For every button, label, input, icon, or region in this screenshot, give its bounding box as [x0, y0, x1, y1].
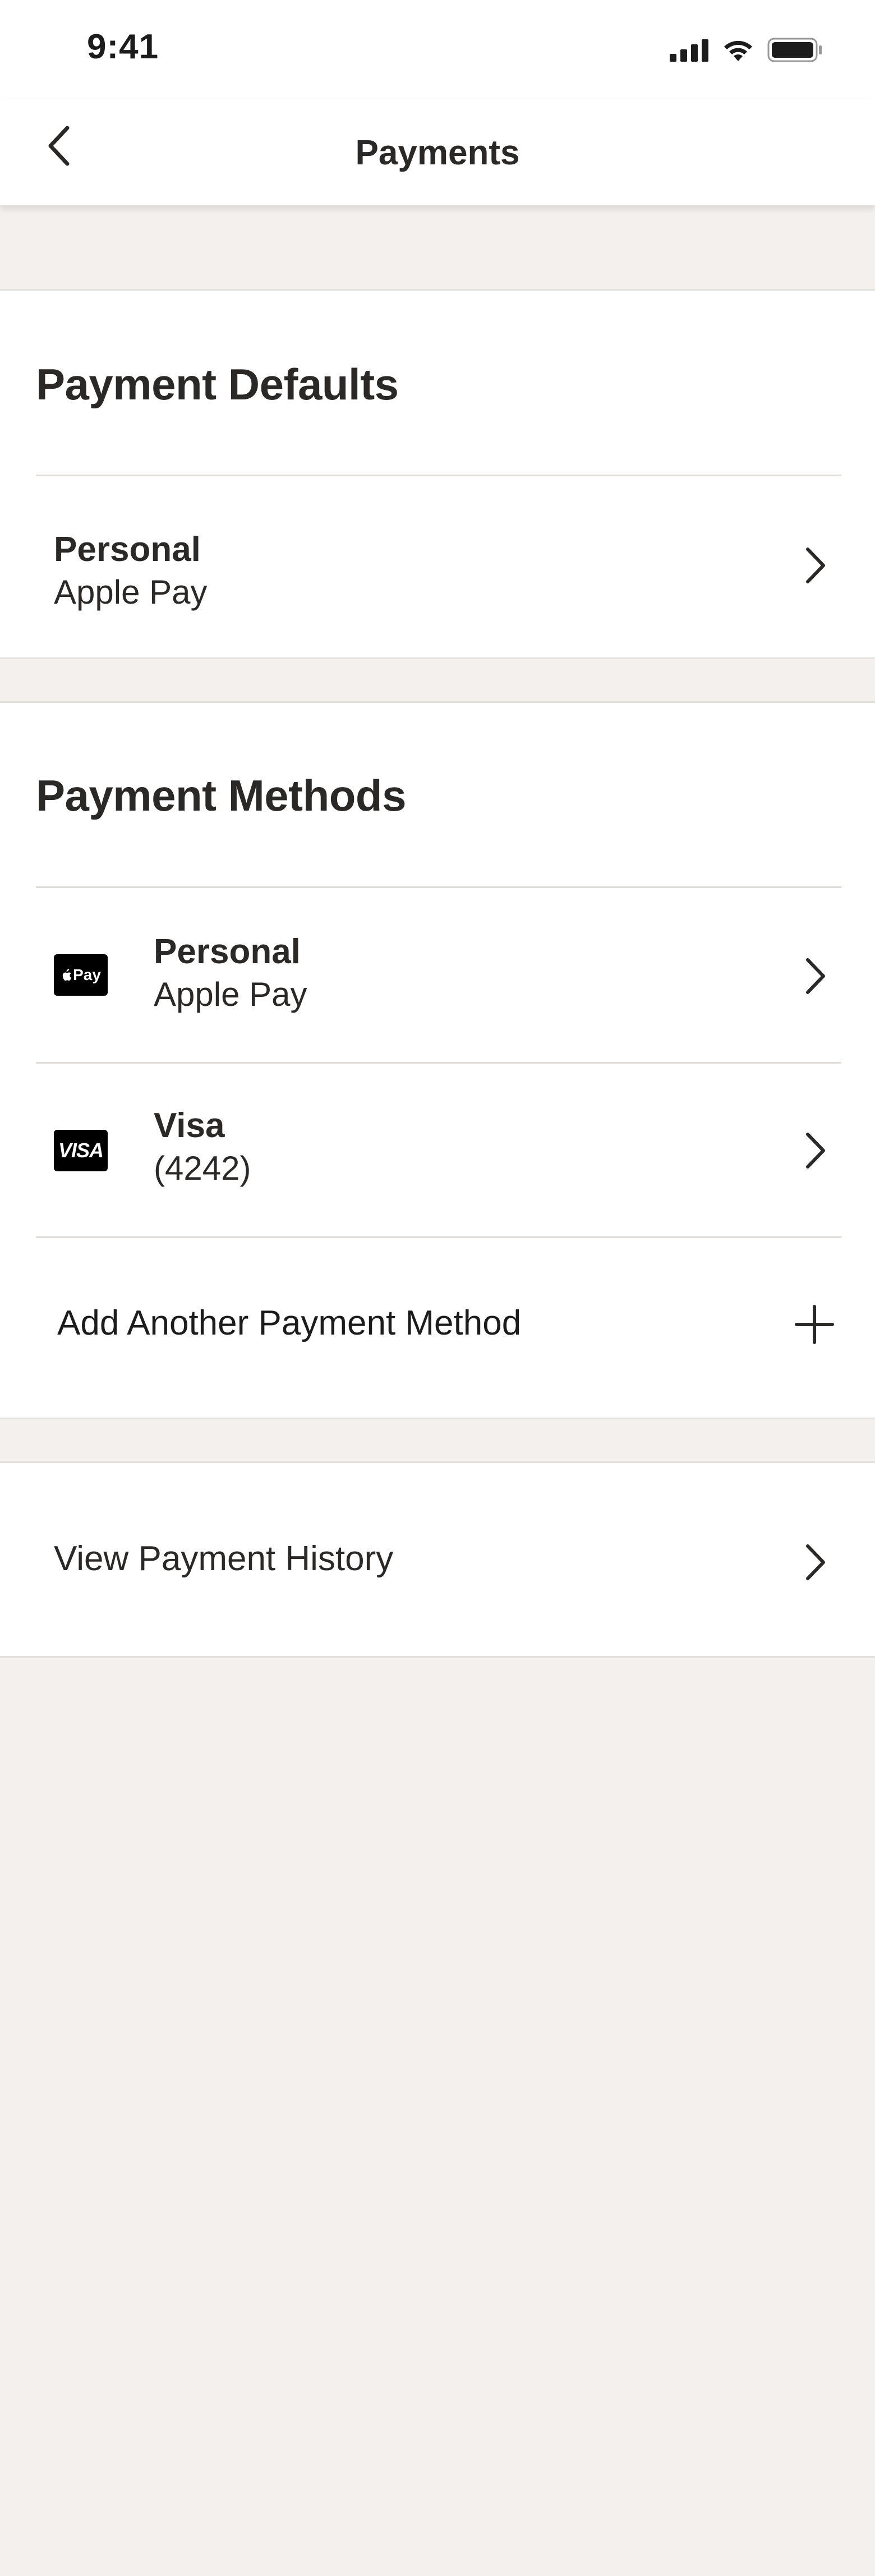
- cellular-signal-icon: [670, 39, 708, 62]
- status-icons: [670, 36, 823, 64]
- payment-method-row-apple-pay[interactable]: Pay Personal Apple Pay: [36, 888, 841, 1062]
- view-payment-history-button[interactable]: View Payment History: [36, 1463, 841, 1656]
- payment-method-title: Personal: [154, 932, 301, 971]
- battery-icon: [767, 38, 822, 62]
- payment-defaults-section: Payment Defaults Personal Apple Pay: [0, 289, 875, 659]
- payment-method-row-visa[interactable]: VISA Visa (4242): [36, 1064, 841, 1236]
- apple-pay-logo-text: Pay: [73, 966, 101, 983]
- add-payment-method-button[interactable]: Add Another Payment Method: [36, 1238, 841, 1418]
- chevron-right-icon: [806, 958, 825, 994]
- visa-logo: VISA: [54, 1130, 108, 1171]
- section-heading-payment-methods: Payment Methods: [36, 771, 406, 820]
- payment-method-title: Visa: [154, 1106, 225, 1145]
- payment-methods-section: Payment Methods Pay Personal Apple Pay V…: [0, 701, 875, 1419]
- page-title: Payments: [355, 134, 520, 172]
- nav-bar: Payments: [0, 98, 875, 206]
- default-payment-row[interactable]: Personal Apple Pay: [36, 476, 841, 659]
- apple-icon: [62, 969, 72, 981]
- payment-method-subtitle: (4242): [154, 1149, 251, 1187]
- add-payment-method-label: Add Another Payment Method: [57, 1304, 522, 1342]
- payment-history-section: View Payment History: [0, 1461, 875, 1658]
- apple-pay-logo: Pay: [54, 954, 108, 996]
- wifi-icon: [724, 40, 752, 61]
- chevron-right-icon: [806, 548, 825, 583]
- plus-icon: [795, 1305, 834, 1344]
- default-payment-subtitle: Apple Pay: [54, 573, 208, 611]
- visa-logo-text: VISA: [58, 1139, 104, 1162]
- payment-method-subtitle: Apple Pay: [154, 976, 307, 1013]
- status-time: 9:41: [87, 27, 159, 66]
- section-heading-payment-defaults: Payment Defaults: [36, 360, 399, 409]
- chevron-right-icon: [806, 1133, 825, 1169]
- default-payment-title: Personal: [54, 530, 201, 569]
- view-payment-history-label: View Payment History: [54, 1539, 394, 1578]
- chevron-right-icon: [806, 1544, 825, 1580]
- status-bar: 9:41: [0, 0, 875, 98]
